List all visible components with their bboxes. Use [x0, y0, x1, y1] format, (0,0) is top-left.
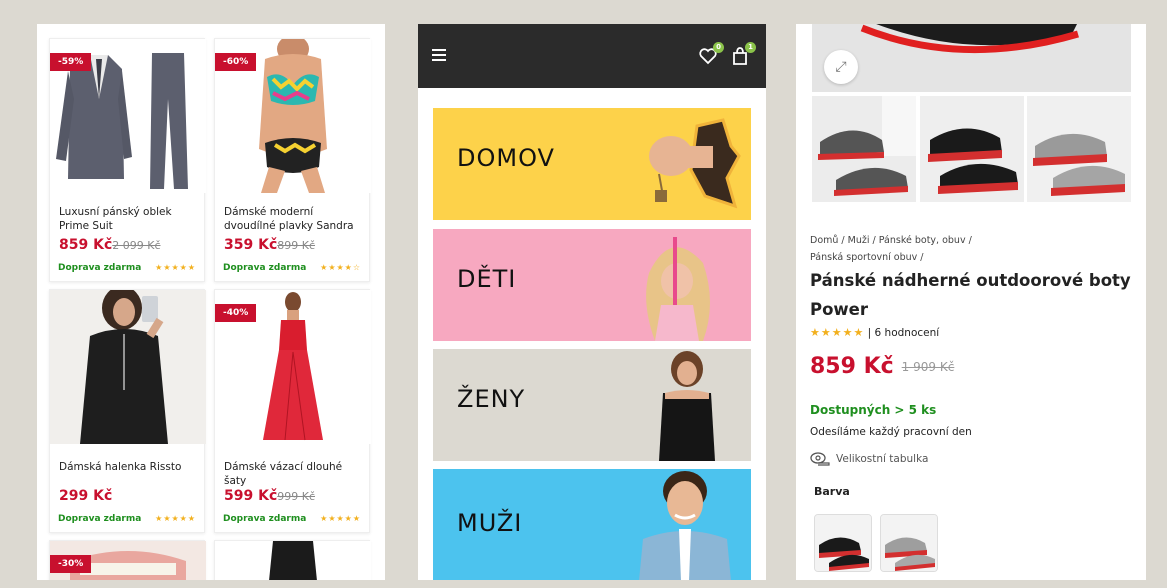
availability-status: Dostupných > 5 ks	[810, 403, 937, 417]
cart-icon[interactable]: 1	[730, 42, 756, 66]
discount-badge: -40%	[215, 304, 257, 322]
discount-badge: -30%	[50, 555, 92, 573]
current-price: 299 Kč	[59, 488, 113, 504]
category-zeny[interactable]: ŽENY	[433, 349, 751, 461]
product-card[interactable]	[214, 540, 371, 580]
product-card[interactable]: -40% Dámské vázací dlouhé šaty 599 Kč999…	[214, 289, 371, 533]
top-bar: 0 1	[418, 24, 766, 88]
breadcrumb[interactable]: Domů / Muži / Pánské boty, obuv / Pánská…	[810, 232, 1130, 266]
product-price: 599 Kč999 Kč	[224, 488, 315, 504]
free-shipping-label: Doprava zdarma	[223, 263, 307, 273]
current-price: 859 Kč	[59, 237, 113, 253]
product-price: 859 Kč 1 909 Kč	[810, 354, 954, 379]
breadcrumb-line[interactable]: Domů / Muži / Pánské boty, obuv /	[810, 232, 1130, 249]
product-price: 359 Kč899 Kč	[224, 237, 315, 253]
thumbnail-image[interactable]	[1027, 96, 1131, 202]
old-price: 999 Kč	[277, 490, 316, 503]
rating-stars: ★★★★★	[155, 514, 196, 523]
product-title[interactable]: Dámské moderní dvoudílné plavky Sandra	[224, 205, 364, 233]
main-product-image[interactable]	[812, 24, 1131, 92]
category-label: DĚTI	[457, 265, 517, 293]
category-muzi[interactable]: MUŽI	[433, 469, 751, 580]
color-swatch-grey[interactable]	[880, 514, 938, 572]
discount-badge: -59%	[50, 53, 92, 71]
product-rating[interactable]: ★★★★★ | 6 hodnocení	[810, 326, 939, 339]
rating-stars: ★★★★★	[810, 326, 865, 339]
product-title[interactable]: Dámská halenka Rissto	[59, 460, 199, 474]
product-detail-panel: ⤢ Domů / Muži / Pánské boty, obuv / Páns…	[796, 24, 1146, 580]
category-menu-panel: 0 1 DOMOV DĚTI ŽENY MUŽI	[418, 24, 766, 580]
rating-count[interactable]: | 6 hodnocení	[868, 327, 940, 339]
product-price: 299 Kč	[59, 488, 112, 504]
current-price: 359 Kč	[224, 237, 278, 253]
breadcrumb-line[interactable]: Pánská sportovní obuv /	[810, 249, 1130, 266]
free-shipping-label: Doprava zdarma	[223, 514, 307, 524]
wishlist-icon[interactable]: 0	[698, 42, 724, 66]
expand-icon[interactable]: ⤢	[824, 50, 858, 84]
shipping-note: Odesíláme každý pracovní den	[810, 426, 972, 438]
free-shipping-label: Doprava zdarma	[58, 514, 142, 524]
product-title[interactable]: Dámské vázací dlouhé šaty	[224, 460, 364, 488]
color-swatch-black[interactable]	[814, 514, 872, 572]
product-image[interactable]	[50, 290, 206, 444]
old-price: 2 099 Kč	[112, 239, 161, 252]
discount-badge: -60%	[215, 53, 257, 71]
product-price: 859 Kč2 099 Kč	[59, 237, 161, 253]
product-grid-panel: -59% Luxusní pánský oblek Prime Suit 859…	[37, 24, 385, 580]
size-chart-label[interactable]: Velikostní tabulka	[836, 453, 928, 465]
product-card[interactable]: -59% Luxusní pánský oblek Prime Suit 859…	[49, 38, 206, 282]
product-card[interactable]: -60% Dámské moderní dvoudílné plavky San…	[214, 38, 371, 282]
rating-stars: ★★★★★	[155, 263, 196, 272]
product-image[interactable]	[215, 541, 371, 580]
free-shipping-label: Doprava zdarma	[58, 263, 142, 273]
product-card[interactable]: Dámská halenka Rissto 299 Kč Doprava zda…	[49, 289, 206, 533]
category-label: MUŽI	[457, 509, 523, 537]
thumbnail-image[interactable]	[812, 96, 916, 202]
product-title: Pánské nádherné outdoorové boty Power	[810, 271, 1131, 319]
old-price: 1 909 Kč	[901, 360, 955, 374]
wishlist-count: 0	[713, 42, 724, 53]
category-domov[interactable]: DOMOV	[433, 108, 751, 220]
category-label: ŽENY	[457, 385, 526, 413]
category-label: DOMOV	[457, 144, 555, 172]
hamburger-menu-icon[interactable]	[432, 49, 446, 61]
product-card[interactable]: -30%	[49, 540, 206, 580]
color-label: Barva	[814, 485, 850, 498]
thumbnail-strip	[812, 96, 1131, 202]
current-price: 859 Kč	[810, 354, 894, 379]
category-deti[interactable]: DĚTI	[433, 229, 751, 341]
rating-stars: ★★★★★	[320, 514, 361, 523]
size-chart-link[interactable]: Velikostní tabulka	[810, 452, 928, 466]
product-title[interactable]: Luxusní pánský oblek Prime Suit	[59, 205, 199, 233]
rating-stars: ★★★★☆	[320, 263, 361, 272]
thumbnail-image[interactable]	[920, 96, 1024, 202]
old-price: 899 Kč	[277, 239, 316, 252]
measuring-tape-icon	[810, 452, 830, 466]
current-price: 599 Kč	[224, 488, 278, 504]
cart-count: 1	[745, 42, 756, 53]
